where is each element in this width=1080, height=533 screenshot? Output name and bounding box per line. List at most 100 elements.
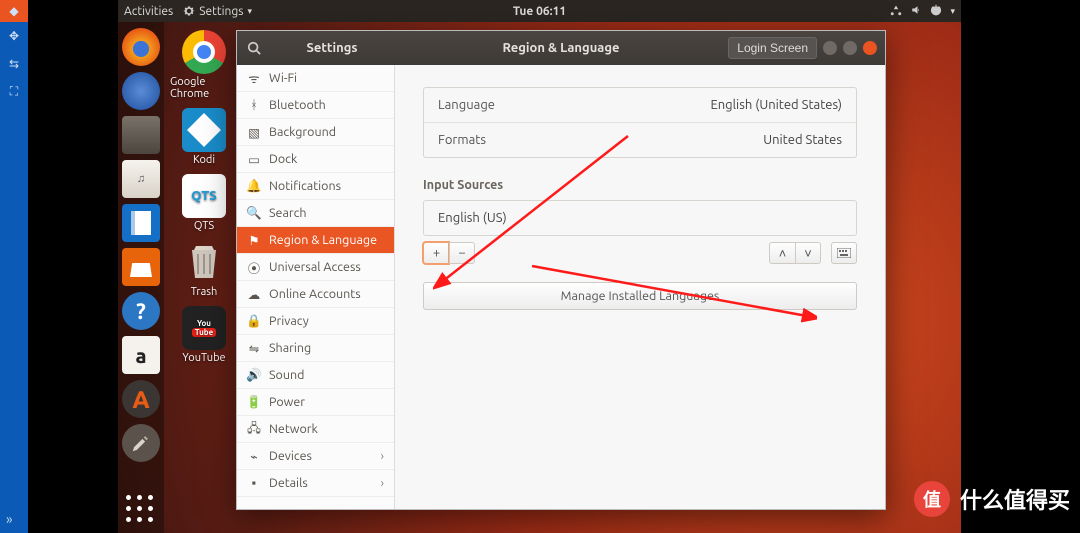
sidebar-title: Settings (271, 41, 393, 55)
clock[interactable]: Tue 06:11 (513, 5, 566, 18)
formats-value: United States (763, 133, 842, 147)
sidebar-label: Region & Language (269, 233, 377, 247)
sidebar-item-privacy[interactable]: 🔒Privacy (237, 308, 394, 335)
desktop-icon-kodi[interactable]: Kodi (170, 108, 238, 166)
dock-firefox[interactable] (122, 28, 160, 66)
formats-label: Formats (438, 133, 486, 147)
dock-updater[interactable]: A (122, 380, 160, 418)
dock-thunderbird[interactable] (122, 72, 160, 110)
desktop-icon-trash[interactable]: Trash (170, 240, 238, 298)
formats-row[interactable]: Formats United States (424, 122, 856, 157)
sidebar-item-region-language[interactable]: ⚑Region & Language (237, 227, 394, 254)
sidebar-label: Dock (269, 152, 297, 166)
sidebar-label: Sharing (269, 341, 311, 355)
sidebar-label: Privacy (269, 314, 309, 328)
keyboard-layout-button[interactable] (831, 242, 857, 264)
network-icon[interactable] (890, 4, 902, 19)
sidebar-item-universal-access[interactable]: ⦿ Universal Access (237, 254, 394, 281)
host-tool-icon-1[interactable]: ✥ (0, 22, 28, 50)
watermark: 值 什么值得买 (914, 481, 1070, 517)
apps-grid-button[interactable] (126, 495, 156, 525)
login-screen-button[interactable]: Login Screen (728, 37, 817, 59)
icon-label: QTS (194, 220, 214, 232)
power-icon[interactable] (930, 4, 942, 19)
manage-installed-languages-button[interactable]: Manage Installed Languages (423, 282, 857, 310)
sidebar-item-sound[interactable]: 🔊Sound (237, 362, 394, 389)
sidebar-item-sharing[interactable]: ⇋Sharing (237, 335, 394, 362)
sidebar-label: Wi-Fi (269, 71, 297, 85)
desktop-icon-qts[interactable]: QTS QTS (170, 174, 238, 232)
keyboard-icon (837, 248, 851, 258)
window-titlebar: Settings Region & Language Login Screen (237, 31, 885, 65)
language-row[interactable]: Language English (United States) (424, 88, 856, 122)
app-menu[interactable]: Settings ▾ (183, 5, 252, 18)
icon-label: YouTube (182, 352, 225, 364)
speaker-icon: 🔊 (247, 368, 261, 382)
sidebar-item-power[interactable]: 🔋Power (237, 389, 394, 416)
sidebar-item-bluetooth[interactable]: ᚼBluetooth (237, 92, 394, 119)
language-value: English (United States) (710, 98, 842, 112)
dock: ♫ ? a A (118, 22, 164, 533)
locale-group: Language English (United States) Formats… (423, 87, 857, 158)
host-tool-icon-2[interactable]: ⇆ (0, 50, 28, 78)
sidebar-item-notifications[interactable]: 🔔Notifications (237, 173, 394, 200)
sidebar-label: Background (269, 125, 336, 139)
content-pane: Language English (United States) Formats… (395, 65, 885, 509)
watermark-badge: 值 (914, 481, 950, 517)
host-expand-icon[interactable]: » (6, 511, 13, 527)
chevron-right-icon: › (380, 476, 384, 490)
language-label: Language (438, 98, 495, 112)
minimize-button[interactable] (823, 41, 837, 55)
sidebar-label: Notifications (269, 179, 341, 193)
activities-button[interactable]: Activities (124, 5, 173, 18)
cloud-icon: ☁ (247, 287, 261, 301)
app-menu-label: Settings (199, 5, 243, 18)
sidebar-item-search[interactable]: 🔍 Search (237, 200, 394, 227)
sidebar-item-background[interactable]: ▧ Background (237, 119, 394, 146)
accessibility-icon: ⦿ (247, 260, 261, 274)
input-sources-list: English (US) (423, 200, 857, 236)
search-button[interactable] (237, 31, 271, 65)
chevron-down-icon: ▾ (247, 6, 252, 17)
dock-libreoffice[interactable] (122, 204, 160, 242)
watermark-text: 什么值得买 (960, 483, 1070, 515)
desktop-icon-chrome[interactable]: Google Chrome (170, 30, 238, 100)
host-fullscreen-icon[interactable]: ⛶ (0, 78, 28, 106)
dock-settings[interactable] (122, 424, 160, 462)
sidebar-item-devices[interactable]: ⌁Devices› (237, 443, 394, 470)
icon-label: Kodi (193, 154, 215, 166)
move-down-button[interactable]: ˅ (795, 242, 821, 264)
search-icon (247, 41, 261, 55)
search-icon: 🔍 (247, 206, 261, 220)
sidebar-label: Power (269, 395, 305, 409)
move-up-button[interactable]: ˄ (769, 242, 795, 264)
dock-files[interactable] (122, 116, 160, 154)
input-source-item[interactable]: English (US) (424, 201, 856, 235)
wifi-icon: ᯤ (247, 71, 261, 85)
sidebar-label: Search (269, 206, 307, 220)
sidebar-item-network[interactable]: 🖧Network (237, 416, 394, 443)
add-input-source-button[interactable]: + (423, 242, 449, 264)
dock-rhythmbox[interactable]: ♫ (122, 160, 160, 198)
sidebar-label: Details (269, 476, 308, 490)
host-logo-icon[interactable]: ◆ (0, 0, 28, 22)
background-icon: ▧ (247, 125, 261, 139)
sidebar-item-wifi[interactable]: ᯤ Wi-Fi (237, 65, 394, 92)
remove-input-source-button[interactable]: − (449, 242, 475, 264)
sidebar-item-online-accounts[interactable]: ☁Online Accounts (237, 281, 394, 308)
volume-icon[interactable] (910, 4, 922, 19)
dock-help[interactable]: ? (122, 292, 160, 330)
icon-label: Google Chrome (170, 76, 238, 100)
sidebar-item-details[interactable]: ▪Details› (237, 470, 394, 497)
desktop-icons: Google Chrome Kodi QTS QTS Trash You Tub… (170, 30, 238, 364)
sidebar-item-dock[interactable]: ▭Dock (237, 146, 394, 173)
dock-software[interactable] (122, 248, 160, 286)
dock-amazon[interactable]: a (122, 336, 160, 374)
sidebar-label: Universal Access (269, 260, 361, 274)
system-menu-chevron-icon[interactable]: ▾ (950, 6, 955, 17)
icon-label: Trash (191, 286, 218, 298)
desktop-icon-youtube[interactable]: You Tube YouTube (170, 306, 238, 364)
close-button[interactable] (863, 41, 877, 55)
maximize-button[interactable] (843, 41, 857, 55)
network-icon: 🖧 (247, 422, 261, 436)
